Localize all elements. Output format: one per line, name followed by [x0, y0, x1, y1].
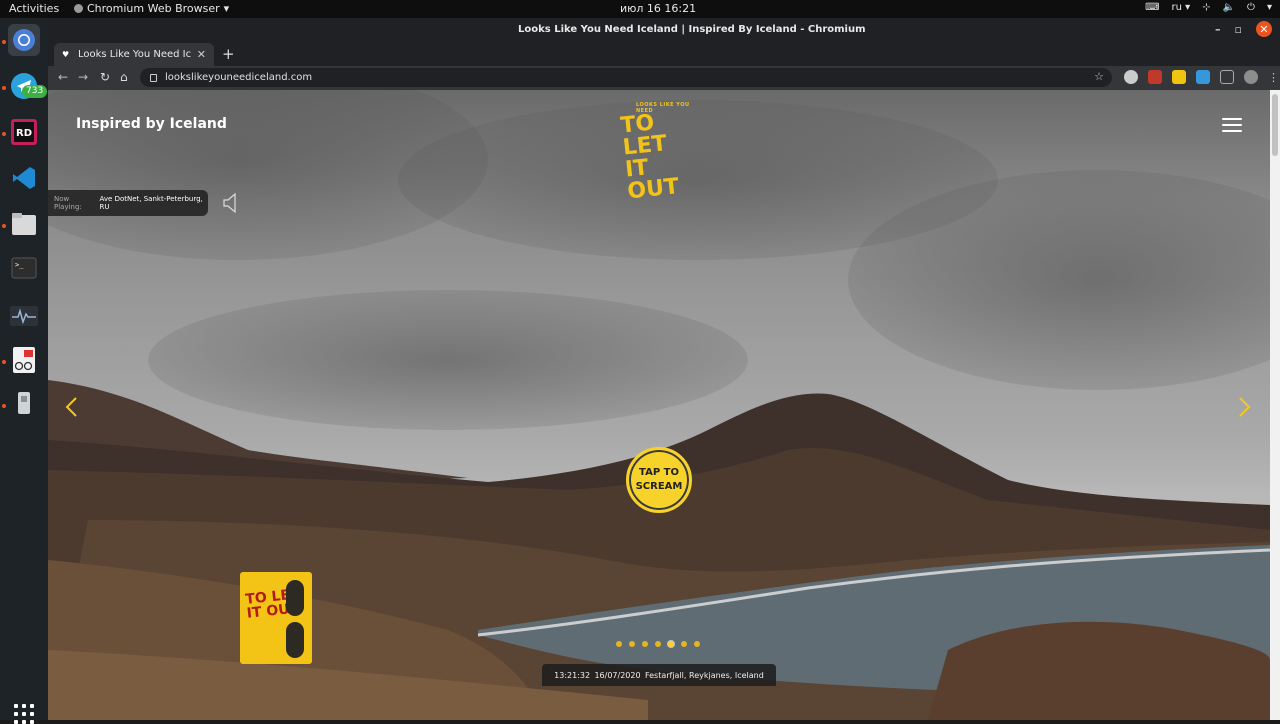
- running-indicator: [2, 86, 6, 90]
- tap-to-scream-button[interactable]: TAP TO SCREAM: [626, 447, 692, 513]
- window-controls: – ▫ ✕: [1215, 21, 1272, 37]
- reading-list-icon[interactable]: [1220, 70, 1234, 84]
- globe-extension-icon[interactable]: [1124, 70, 1138, 84]
- system-monitor-icon[interactable]: [8, 300, 40, 332]
- running-indicator: [2, 404, 6, 408]
- telegram-unread-badge: 733: [22, 85, 48, 98]
- profile-avatar[interactable]: [1244, 70, 1258, 84]
- info-time: 13:21:32: [554, 670, 591, 680]
- svg-text:RD: RD: [16, 128, 32, 139]
- maximize-icon[interactable]: ▫: [1235, 23, 1242, 36]
- keyboard-icon[interactable]: ⌨: [1145, 2, 1159, 13]
- tab-active[interactable]: ♥ Looks Like You Need Ic ✕: [54, 43, 214, 66]
- now-playing-track: Ave DotNet, Sankt-Peterburg, RU: [99, 195, 203, 211]
- clock[interactable]: июл 16 16:21: [620, 2, 696, 15]
- extensions-area: ⋮: [1124, 70, 1279, 84]
- previous-slide-arrow-icon[interactable]: [64, 396, 78, 418]
- speaker-hole: [286, 580, 304, 616]
- rider-icon[interactable]: RD: [8, 116, 40, 148]
- vscode-icon[interactable]: [8, 162, 40, 194]
- location-info-bar: 13:21:32 16/07/2020 Festarfjall, Reykjan…: [542, 664, 776, 686]
- show-applications-icon[interactable]: [14, 704, 34, 724]
- brand-link[interactable]: Inspired by Iceland: [76, 116, 227, 132]
- address-bar[interactable]: lookslikeyouneediceland.com ☆: [140, 68, 1112, 87]
- network-icon[interactable]: ⊹: [1202, 2, 1210, 13]
- minimize-icon[interactable]: –: [1215, 23, 1221, 36]
- document-viewer-icon[interactable]: [8, 344, 40, 376]
- close-window-button[interactable]: ✕: [1256, 21, 1272, 37]
- logo-title: TO LET IT OUT: [619, 110, 681, 205]
- power-icon[interactable]: ⏻: [1247, 2, 1255, 13]
- slide-dot[interactable]: [668, 641, 674, 647]
- speaker-icon[interactable]: [222, 192, 238, 214]
- window-title: Looks Like You Need Iceland | Inspired B…: [518, 24, 866, 35]
- running-indicator: [2, 224, 6, 228]
- menu-kebab-icon[interactable]: ⋮: [1268, 71, 1279, 84]
- slide-dot[interactable]: [629, 641, 635, 647]
- back-icon[interactable]: ←: [58, 70, 68, 84]
- speaker-hole: [286, 622, 304, 658]
- bookmark-star-icon[interactable]: ☆: [1094, 70, 1104, 83]
- tab-label: Looks Like You Need Ic: [78, 49, 192, 60]
- caret-down-icon: ▾: [223, 2, 230, 15]
- now-playing-label: Now Playing:: [54, 195, 82, 211]
- now-playing-panel: Now Playing: Ave DotNet, Sankt-Peterburg…: [48, 190, 208, 216]
- running-indicator: [2, 132, 6, 136]
- translate-extension-icon[interactable]: [1196, 70, 1210, 84]
- slide-indicators: [616, 641, 700, 647]
- running-indicator: [2, 360, 6, 364]
- dock: 733 RD >_: [0, 18, 48, 724]
- page-scrollbar[interactable]: [1270, 90, 1280, 720]
- info-date: 16/07/2020: [594, 670, 641, 680]
- chromium-icon[interactable]: [8, 24, 40, 56]
- slide-dot[interactable]: [616, 641, 622, 647]
- slide-dot[interactable]: [642, 641, 648, 647]
- web-page: Inspired by Iceland LOOKS LIKE YOU NEED …: [48, 90, 1270, 720]
- slide-dot[interactable]: [694, 641, 700, 647]
- url-text[interactable]: lookslikeyouneediceland.com: [165, 72, 312, 83]
- language-indicator[interactable]: ru ▾: [1172, 2, 1191, 13]
- chromium-small-icon: [74, 4, 83, 13]
- system-tray: ⌨ ru ▾ ⊹ 🔈 ⏻ ▾: [1145, 2, 1272, 13]
- volume-icon[interactable]: 🔈: [1223, 2, 1235, 13]
- window-title-bar: Looks Like You Need Iceland | Inspired B…: [48, 18, 1280, 42]
- scream-line-2: SCREAM: [635, 481, 683, 492]
- files-icon[interactable]: [8, 208, 40, 240]
- caret-down-icon[interactable]: ▾: [1267, 2, 1272, 13]
- menu-hamburger-icon[interactable]: [1222, 118, 1242, 132]
- adblock-extension-icon[interactable]: [1148, 70, 1162, 84]
- terminal-icon[interactable]: >_: [8, 252, 40, 284]
- scream-line-1: TAP TO: [639, 467, 679, 478]
- scrollbar-thumb[interactable]: [1272, 94, 1278, 156]
- activities-button[interactable]: Activities: [9, 2, 59, 15]
- info-location: Festarfjall, Reykjanes, Iceland: [644, 670, 764, 680]
- favicon-icon: ♥: [62, 49, 70, 59]
- notes-extension-icon[interactable]: [1172, 70, 1186, 84]
- new-tab-icon[interactable]: +: [222, 45, 235, 63]
- tab-close-icon[interactable]: ✕: [197, 48, 206, 61]
- running-indicator: [2, 40, 6, 44]
- slide-dot[interactable]: [655, 641, 661, 647]
- app-menu-label: Chromium Web Browser: [87, 2, 220, 15]
- next-slide-arrow-icon[interactable]: [1238, 396, 1252, 418]
- tab-strip: ♥ Looks Like You Need Ic ✕ +: [48, 42, 1280, 66]
- yellow-speaker-box: TO LET IT OUT: [240, 572, 312, 664]
- slide-dot[interactable]: [681, 641, 687, 647]
- let-it-out-logo[interactable]: LOOKS LIKE YOU NEED TO LET IT OUT: [619, 102, 704, 204]
- app-menu[interactable]: Chromium Web Browser ▾: [74, 2, 229, 15]
- reload-icon[interactable]: ↻: [100, 70, 110, 84]
- browser-toolbar: ← → ↻ ⌂ lookslikeyouneediceland.com ☆ ⋮: [48, 66, 1280, 90]
- close-icon: ✕: [1259, 22, 1269, 36]
- lock-icon[interactable]: [150, 73, 157, 82]
- gnome-top-bar: Activities Chromium Web Browser ▾ июл 16…: [0, 0, 1280, 18]
- usb-drive-icon[interactable]: [8, 388, 40, 420]
- svg-text:>_: >_: [15, 261, 24, 269]
- forward-icon[interactable]: →: [78, 70, 88, 84]
- home-icon[interactable]: ⌂: [120, 70, 128, 84]
